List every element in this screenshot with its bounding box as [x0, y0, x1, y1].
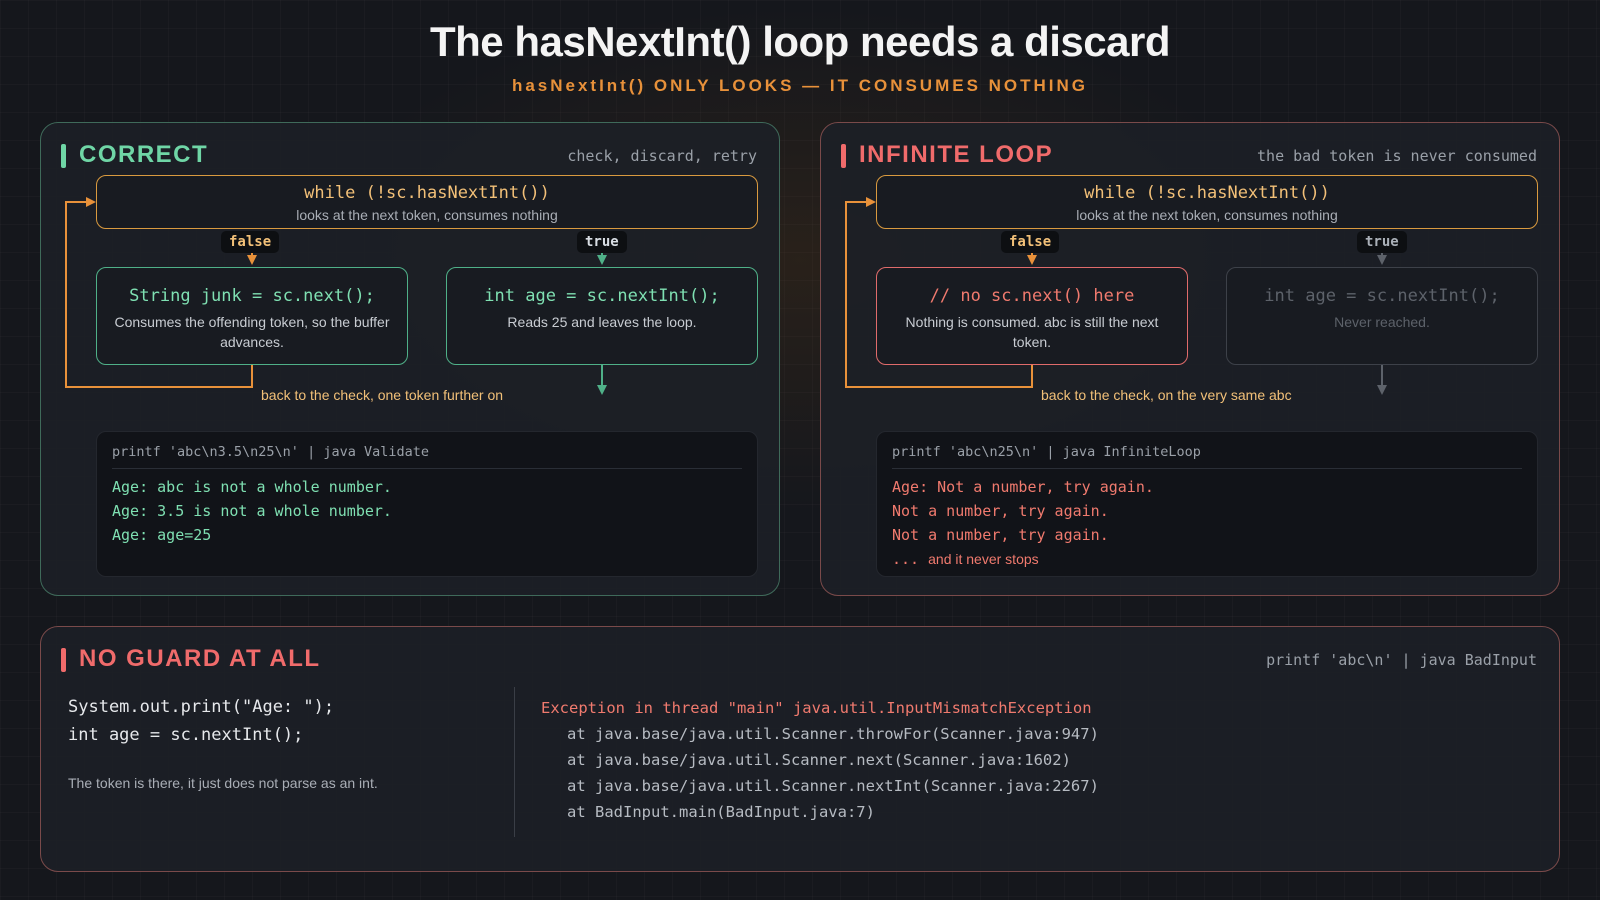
ellipsis-text: and it never stops — [928, 551, 1039, 567]
terminal-line: Age: age=25 — [112, 526, 212, 544]
while-condition-box: while (!sc.hasNextInt()) looks at the ne… — [876, 175, 1538, 229]
ellipsis: ... — [892, 550, 920, 568]
infinite-loop-panel: INFINITE LOOP the bad token is never con… — [820, 122, 1560, 596]
true-label: true — [1357, 231, 1407, 253]
infinite-note: the bad token is never consumed — [1257, 147, 1537, 165]
terminal-line: Age: abc is not a whole number. — [112, 478, 392, 496]
terminal-divider — [112, 468, 742, 469]
while-code: while (!sc.hasNextInt()) — [1084, 183, 1330, 203]
stack-trace-line: at BadInput.main(BadInput.java:7) — [567, 803, 875, 821]
no-discard-description: Nothing is consumed. abc is still the ne… — [905, 314, 1159, 350]
true-label: true — [577, 231, 627, 253]
correct-note: check, discard, retry — [567, 147, 757, 165]
stack-trace-line: at java.base/java.util.Scanner.throwFor(… — [567, 725, 1099, 743]
correct-heading: CORRECT — [61, 141, 208, 169]
read-description: Reads 25 and leaves the loop. — [507, 314, 697, 330]
false-label: false — [221, 231, 280, 253]
no-guard-command: printf 'abc\n' | java BadInput — [1266, 651, 1537, 669]
read-box: int age = sc.nextInt(); Reads 25 and lea… — [446, 267, 758, 365]
terminal-line: Not a number, try again. — [892, 526, 1109, 544]
terminal-command: printf 'abc\n25\n' | java InfiniteLoop — [892, 444, 1201, 460]
no-guard-heading: NO GUARD AT ALL — [61, 645, 321, 673]
while-condition-box: while (!sc.hasNextInt()) looks at the ne… — [96, 175, 758, 229]
unreached-description: Never reached. — [1334, 314, 1430, 330]
stack-trace-line: at java.base/java.util.Scanner.nextInt(S… — [567, 777, 1099, 795]
no-discard-code: // no sc.next() here — [929, 286, 1135, 306]
correct-panel: CORRECT check, discard, retry while (!sc… — [40, 122, 780, 596]
while-description: looks at the next token, consumes nothin… — [296, 207, 558, 223]
terminal-output: printf 'abc\n25\n' | java InfiniteLoop A… — [876, 431, 1538, 577]
unreached-code: int age = sc.nextInt(); — [1264, 286, 1500, 306]
discard-description: Consumes the offending token, so the buf… — [114, 314, 390, 350]
discard-code: String junk = sc.next(); — [129, 286, 375, 306]
loop-back-label: back to the check, on the very same abc — [1041, 387, 1292, 403]
terminal-line: Age: Not a number, try again. — [892, 478, 1154, 496]
unreached-box: int age = sc.nextInt(); Never reached. — [1226, 267, 1538, 365]
code-line: int age = sc.nextInt(); — [68, 725, 304, 745]
discard-box: String junk = sc.next(); Consumes the of… — [96, 267, 408, 365]
terminal-line: Age: 3.5 is not a whole number. — [112, 502, 392, 520]
no-guard-panel: NO GUARD AT ALL printf 'abc\n' | java Ba… — [40, 626, 1560, 872]
terminal-line-ellipsis: ... and it never stops — [892, 550, 1039, 568]
while-description: looks at the next token, consumes nothin… — [1076, 207, 1338, 223]
stack-trace-line: at java.base/java.util.Scanner.next(Scan… — [567, 751, 1071, 769]
code-line: System.out.print("Age: "); — [68, 697, 335, 717]
loop-back-label: back to the check, one token further on — [261, 387, 504, 403]
terminal-line: Not a number, try again. — [892, 502, 1109, 520]
column-divider — [514, 687, 515, 837]
terminal-divider — [892, 468, 1522, 469]
no-discard-box: // no sc.next() here Nothing is consumed… — [876, 267, 1188, 365]
infinite-heading: INFINITE LOOP — [841, 141, 1053, 169]
while-code: while (!sc.hasNextInt()) — [304, 183, 550, 203]
read-code: int age = sc.nextInt(); — [484, 286, 720, 306]
page-subtitle: hasNextInt() ONLY LOOKS — IT CONSUMES NO… — [511, 76, 1089, 95]
false-label: false — [1001, 231, 1060, 253]
terminal-output: printf 'abc\n3.5\n25\n' | java Validate … — [96, 431, 758, 577]
terminal-command: printf 'abc\n3.5\n25\n' | java Validate — [112, 444, 429, 460]
exception-line: Exception in thread "main" java.util.Inp… — [541, 699, 1092, 717]
no-guard-note: The token is there, it just does not par… — [68, 775, 378, 791]
page-title: The hasNextInt() loop needs a discard — [430, 18, 1170, 65]
